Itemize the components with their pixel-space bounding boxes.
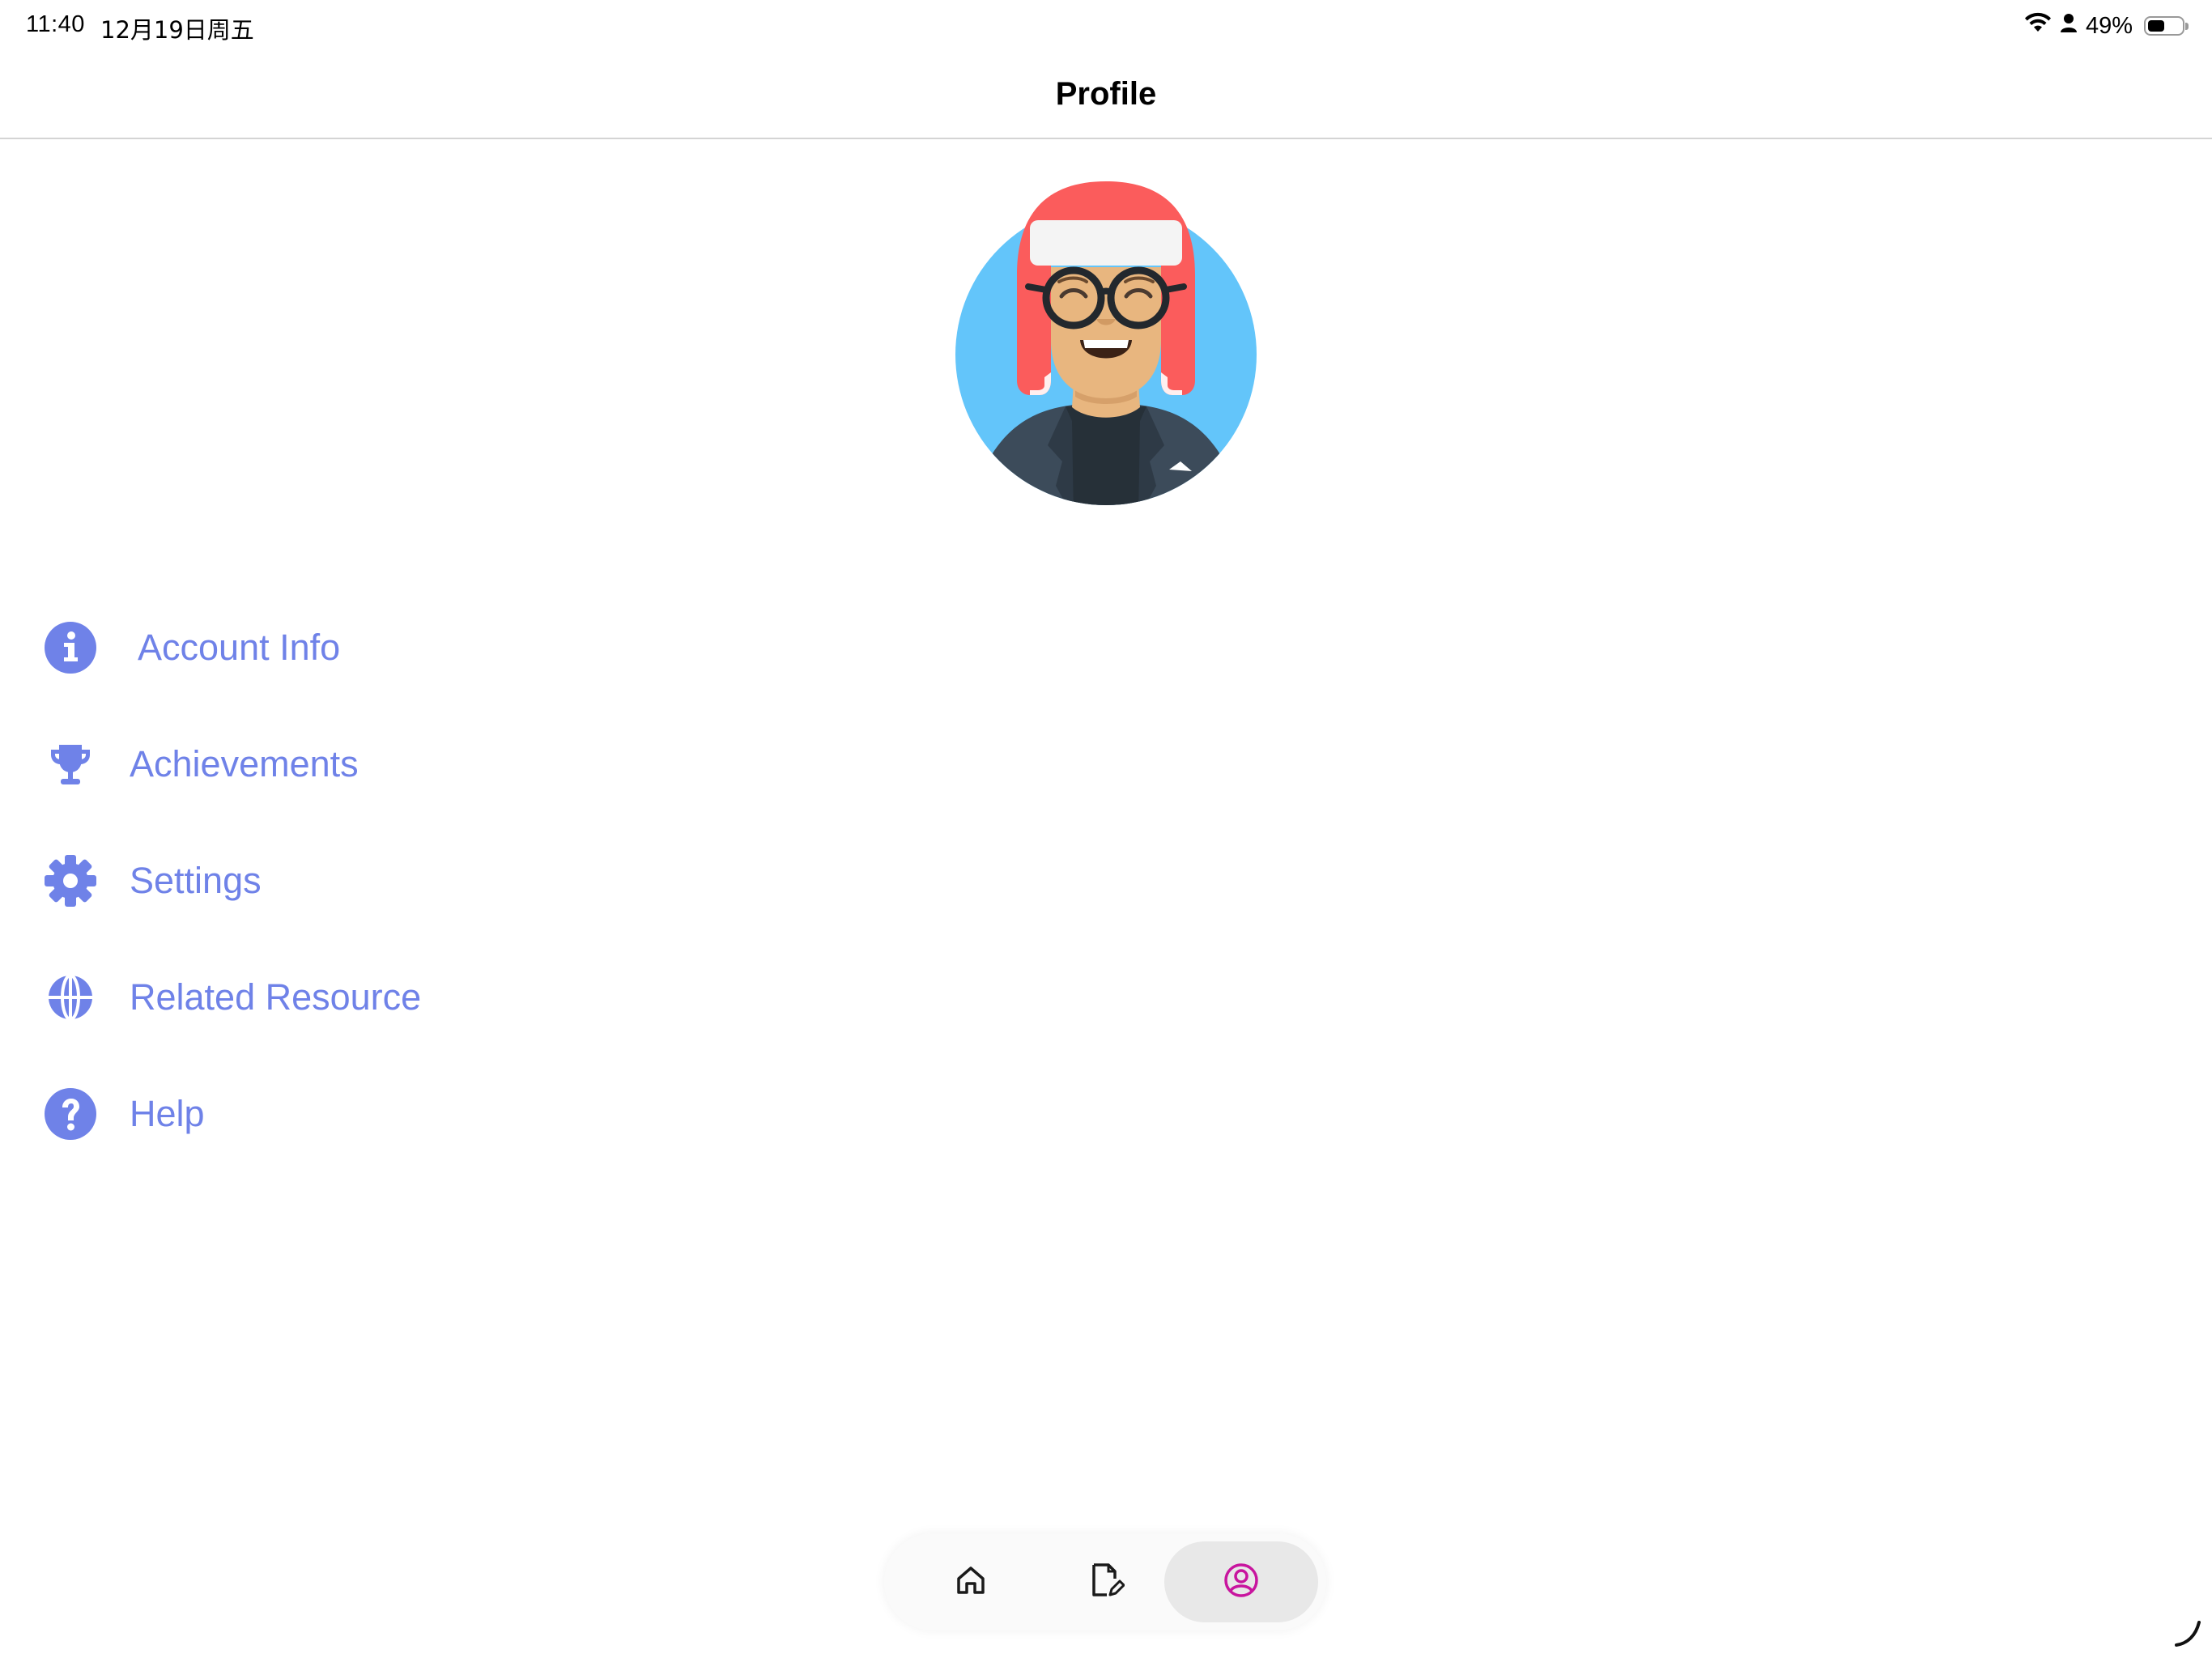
menu-item-related-resource[interactable]: Related Resource <box>42 965 421 1030</box>
battery-cap <box>2185 23 2189 30</box>
corner-arc-icon <box>2172 1616 2204 1648</box>
wifi-icon <box>2024 12 2052 40</box>
tab-document[interactable] <box>1030 1541 1184 1622</box>
menu-label-account-info: Account Info <box>138 627 341 668</box>
battery-icon <box>2144 16 2189 36</box>
status-time: 11:40 <box>26 11 85 37</box>
document-edit-icon <box>1089 1562 1125 1602</box>
info-icon <box>42 619 99 676</box>
menu-item-settings[interactable]: Settings <box>42 848 262 913</box>
avatar-illustration <box>955 181 1257 505</box>
nav-header: Profile <box>0 52 2212 139</box>
gear-icon <box>42 852 99 909</box>
avatar <box>952 178 1260 510</box>
profile-icon <box>1223 1562 1259 1602</box>
home-icon <box>955 1564 987 1601</box>
menu-label-settings: Settings <box>130 860 262 901</box>
tab-home[interactable] <box>894 1541 1048 1622</box>
tab-bar <box>884 1533 1326 1630</box>
tab-profile[interactable] <box>1164 1541 1318 1622</box>
status-indicators: 49% <box>2024 10 2189 42</box>
menu-label-help: Help <box>130 1093 205 1134</box>
battery-fill <box>2148 20 2164 32</box>
status-date: 12月19日周五 <box>100 16 254 44</box>
menu-item-help[interactable]: Help <box>42 1082 205 1146</box>
menu-item-account-info[interactable]: Account Info <box>42 615 340 680</box>
menu-label-related-resource: Related Resource <box>130 976 422 1018</box>
battery-text: 49% <box>2085 12 2133 39</box>
status-bar: 11:40 12月19日周五 49% <box>0 0 2212 52</box>
menu-item-achievements[interactable]: Achievements <box>42 732 359 797</box>
person-icon <box>2060 12 2078 40</box>
page-title: Profile <box>1055 75 1157 112</box>
question-icon <box>42 1086 99 1142</box>
globe-icon <box>42 969 99 1026</box>
menu-label-achievements: Achievements <box>130 743 359 784</box>
trophy-icon <box>42 736 99 793</box>
